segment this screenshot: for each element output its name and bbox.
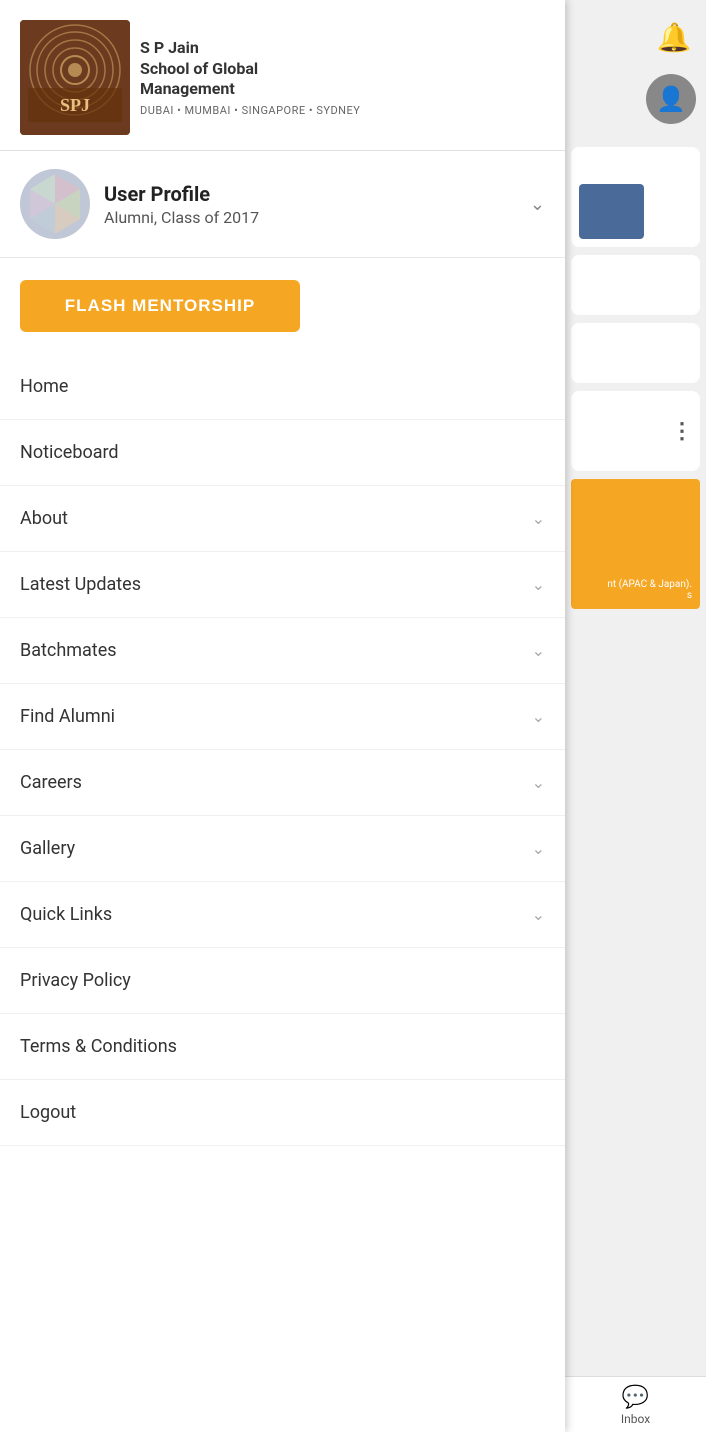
school-cities: DUBAI • MUMBAI • SINGAPORE • SYDNEY	[140, 104, 360, 117]
flash-mentorship-section: FLASH MENTORSHIP	[0, 258, 565, 354]
school-sub: School of Global	[140, 59, 360, 80]
card-1	[571, 147, 700, 247]
quick-links-chevron-icon: ⌄	[532, 905, 545, 924]
blue-card-block	[579, 184, 644, 239]
flash-mentorship-button[interactable]: FLASH MENTORSHIP	[20, 280, 300, 332]
card-2	[571, 255, 700, 315]
logo-image: SPJ	[20, 20, 130, 135]
svg-text:SPJ: SPJ	[60, 95, 90, 115]
find-alumni-chevron-icon: ⌄	[532, 707, 545, 726]
inbox-bar[interactable]: 💬 Inbox	[565, 1376, 706, 1432]
nav-item-noticeboard[interactable]: Noticeboard	[0, 420, 565, 486]
nav-item-home[interactable]: Home	[0, 354, 565, 420]
avatar	[20, 169, 90, 239]
drawer-header: SPJ S P Jain School of Global Management…	[0, 0, 565, 151]
nav-item-find-alumni[interactable]: Find Alumni ⌄	[0, 684, 565, 750]
right-panel: 🔔 👤 ⋮ nt (APAC & Japan). s 💬 Inbox	[565, 0, 706, 1432]
nav-item-about[interactable]: About ⌄	[0, 486, 565, 552]
navigation-drawer: SPJ S P Jain School of Global Management…	[0, 0, 565, 1432]
nav-item-careers[interactable]: Careers ⌄	[0, 750, 565, 816]
nav-item-terms-conditions[interactable]: Terms & Conditions	[0, 1014, 565, 1080]
logo-container: SPJ S P Jain School of Global Management…	[20, 20, 360, 135]
profile-chevron-icon: ⌄	[530, 194, 545, 215]
about-chevron-icon: ⌄	[532, 509, 545, 528]
profile-icon[interactable]: 👤	[646, 74, 696, 124]
user-profile-section[interactable]: User Profile Alumni, Class of 2017 ⌄	[0, 151, 565, 258]
user-role: Alumni, Class of 2017	[104, 208, 259, 227]
nav-item-gallery[interactable]: Gallery ⌄	[0, 816, 565, 882]
school-name: S P Jain	[140, 38, 360, 59]
careers-chevron-icon: ⌄	[532, 773, 545, 792]
yellow-card: nt (APAC & Japan). s	[571, 479, 700, 609]
user-name: User Profile	[104, 182, 259, 206]
nav-menu: Home Noticeboard About ⌄ Latest Updates …	[0, 354, 565, 948]
logo-text: S P Jain School of Global Management DUB…	[140, 38, 360, 117]
notification-bell-icon[interactable]: 🔔	[652, 15, 696, 59]
nav-item-logout[interactable]: Logout	[0, 1080, 565, 1146]
card-4: ⋮	[571, 391, 700, 471]
latest-updates-chevron-icon: ⌄	[532, 575, 545, 594]
gallery-chevron-icon: ⌄	[532, 839, 545, 858]
school-sub2: Management	[140, 79, 360, 100]
inbox-label: Inbox	[621, 1412, 650, 1426]
nav-item-privacy-policy[interactable]: Privacy Policy	[0, 948, 565, 1014]
batchmates-chevron-icon: ⌄	[532, 641, 545, 660]
nav-item-latest-updates[interactable]: Latest Updates ⌄	[0, 552, 565, 618]
inbox-icon: 💬	[622, 1385, 649, 1410]
card-3	[571, 323, 700, 383]
nav-item-quick-links[interactable]: Quick Links ⌄	[0, 882, 565, 948]
nav-item-batchmates[interactable]: Batchmates ⌄	[0, 618, 565, 684]
three-dots-menu-icon[interactable]: ⋮	[671, 419, 692, 444]
